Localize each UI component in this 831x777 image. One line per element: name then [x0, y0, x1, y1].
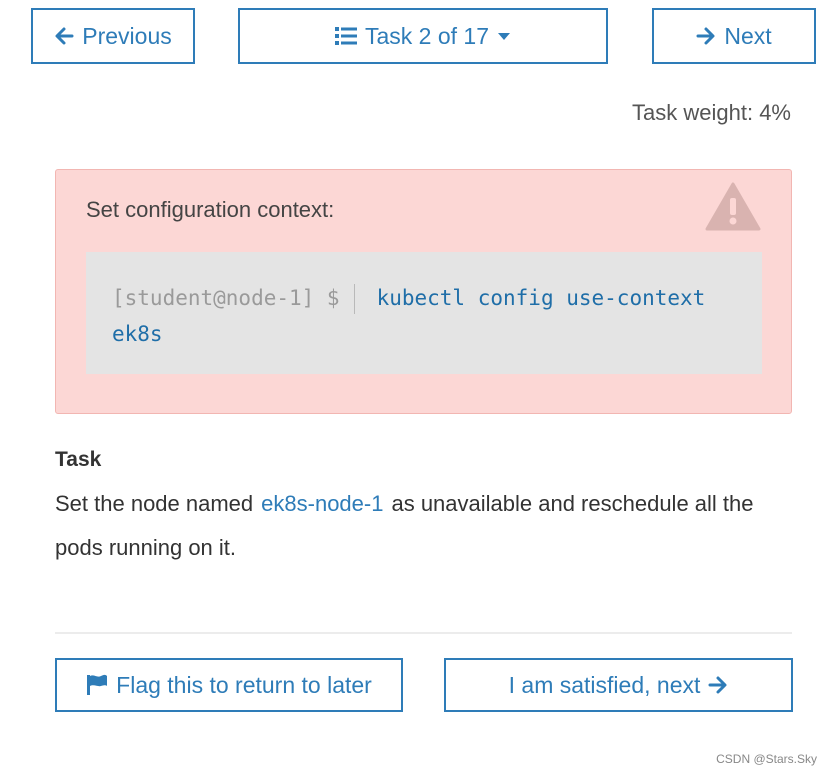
watermark: CSDN @Stars.Sky [716, 752, 817, 766]
prompt-separator [353, 284, 355, 314]
task-selector-dropdown[interactable]: Task 2 of 17 [238, 8, 608, 64]
arrow-right-icon [708, 675, 728, 695]
arrow-right-icon [696, 26, 716, 46]
previous-button[interactable]: Previous [31, 8, 195, 64]
divider [55, 632, 792, 634]
task-weight: Task weight: 4% [632, 100, 791, 125]
command-text-line1: kubectl config use-context [376, 286, 706, 310]
list-icon [334, 26, 357, 46]
context-title: Set configuration context: [86, 197, 335, 222]
previous-label: Previous [82, 22, 172, 49]
node-name: ek8s-node-1 [261, 491, 384, 516]
warning-icon [705, 182, 761, 237]
task-description: Set the node named ek8s-node-1 as unavaila… [55, 482, 755, 570]
satisfied-next-button[interactable]: I am satisfied, next [444, 658, 793, 712]
command-code-block[interactable]: [student@node-1] $ kubectl config use-con… [86, 252, 762, 374]
command-text-line2: ek8s [112, 322, 163, 346]
flag-label: Flag this to return to later [116, 671, 372, 698]
shell-prompt: [student@node-1] $ [112, 286, 340, 310]
arrow-left-icon [54, 26, 74, 46]
task-text-before: Set the node named [55, 491, 254, 516]
caret-down-icon [497, 31, 511, 41]
flag-button[interactable]: Flag this to return to later [55, 658, 403, 712]
context-alert-box: Set configuration context: [student@node… [55, 169, 792, 414]
satisfied-label: I am satisfied, next [508, 671, 701, 698]
flag-icon [86, 674, 108, 696]
task-selector-label: Task 2 of 17 [364, 22, 490, 49]
next-label: Next [724, 22, 772, 49]
next-button[interactable]: Next [652, 8, 816, 64]
task-heading: Task [55, 448, 102, 471]
